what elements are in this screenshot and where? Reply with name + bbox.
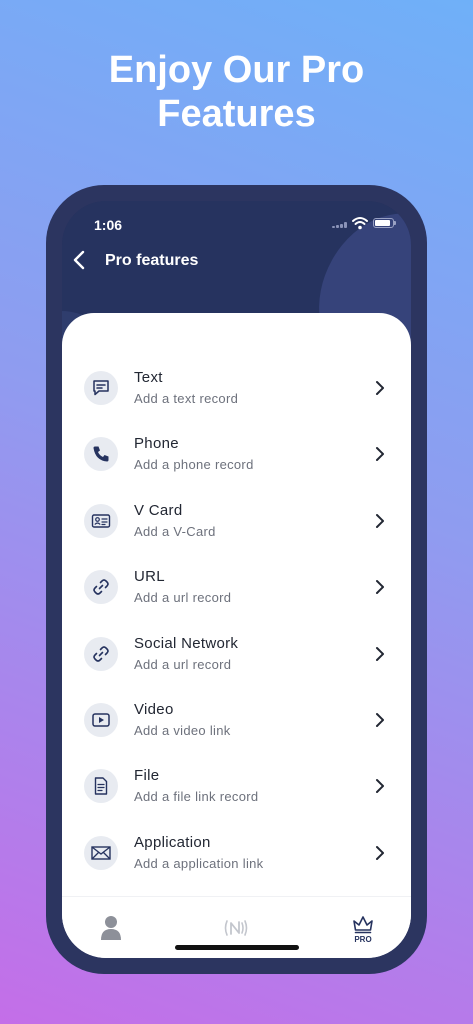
features-card: Text Add a text record Phone Add a phone… — [62, 313, 411, 958]
navigation-bar: Pro features — [62, 245, 411, 275]
feature-item-file[interactable]: File Add a file link record — [62, 753, 411, 819]
feature-subtitle: Add a phone record — [134, 457, 254, 473]
phone-frame: 1:06 Pro features Text Add a text record… — [46, 185, 427, 974]
crown-icon — [353, 916, 373, 934]
cellular-signal-icon — [332, 222, 348, 228]
feature-subtitle: Add a url record — [134, 656, 232, 672]
feature-item-application[interactable]: Application Add a application link — [62, 820, 411, 886]
status-time: 1:06 — [94, 217, 123, 233]
feature-subtitle: Add a url record — [134, 590, 232, 606]
message-icon — [84, 371, 118, 405]
chevron-right-icon — [376, 580, 384, 595]
feature-title: Application — [134, 833, 211, 851]
feature-title: V Card — [134, 501, 183, 519]
link-icon — [84, 570, 118, 605]
feature-item-video[interactable]: Video Add a video link — [62, 687, 411, 753]
chevron-right-icon — [376, 513, 384, 528]
phone-icon — [84, 437, 118, 472]
feature-subtitle: Add a text record — [134, 391, 239, 406]
feature-item-social-network[interactable]: Social Network Add a url record — [62, 621, 411, 687]
id-card-icon — [84, 503, 118, 538]
feature-item-text[interactable]: Text Add a text record — [62, 355, 411, 421]
tab-pro[interactable]: PRO — [333, 897, 393, 958]
page-title: Pro features — [105, 252, 199, 269]
feature-item-phone[interactable]: Phone Add a phone record — [62, 421, 411, 487]
feature-title: Phone — [134, 435, 179, 453]
pro-label: PRO — [354, 935, 372, 944]
feature-title: Video — [134, 700, 174, 718]
feature-title: URL — [134, 568, 165, 586]
back-arrow-icon[interactable] — [70, 245, 90, 275]
headline-line-2: Features — [157, 93, 316, 135]
tab-profile[interactable] — [80, 897, 140, 958]
chevron-right-icon — [376, 779, 384, 794]
wifi-icon — [352, 217, 368, 230]
user-icon — [101, 916, 121, 940]
document-icon — [84, 769, 118, 804]
link-icon — [84, 636, 118, 671]
chevron-right-icon — [376, 646, 384, 661]
chevron-right-icon — [376, 845, 384, 860]
chevron-right-icon — [376, 712, 384, 727]
feature-title: Social Network — [134, 634, 239, 652]
feature-title: File — [134, 767, 160, 785]
status-bar: 1:06 — [62, 213, 411, 233]
chevron-right-icon — [376, 447, 384, 462]
headline-line-1: Enjoy Our Pro — [108, 49, 365, 91]
phone-screen: 1:06 Pro features Text Add a text record… — [62, 201, 411, 958]
feature-item-vcard[interactable]: V Card Add a V-Card — [62, 488, 411, 554]
envelope-icon — [84, 835, 118, 870]
feature-subtitle: Add a video link — [134, 722, 231, 738]
chevron-right-icon — [376, 381, 384, 395]
feature-title: Text — [134, 369, 163, 386]
feature-list: Text Add a text record Phone Add a phone… — [62, 355, 411, 886]
feature-subtitle: Add a file link record — [134, 789, 259, 805]
nfc-icon — [224, 920, 248, 936]
feature-subtitle: Add a V-Card — [134, 523, 216, 539]
feature-subtitle: Add a application link — [134, 855, 264, 871]
home-indicator — [175, 945, 299, 950]
feature-item-url[interactable]: URL Add a url record — [62, 554, 411, 620]
video-play-icon — [84, 702, 118, 737]
battery-icon — [373, 218, 396, 228]
promo-headline: Enjoy Our Pro Features — [0, 48, 473, 136]
